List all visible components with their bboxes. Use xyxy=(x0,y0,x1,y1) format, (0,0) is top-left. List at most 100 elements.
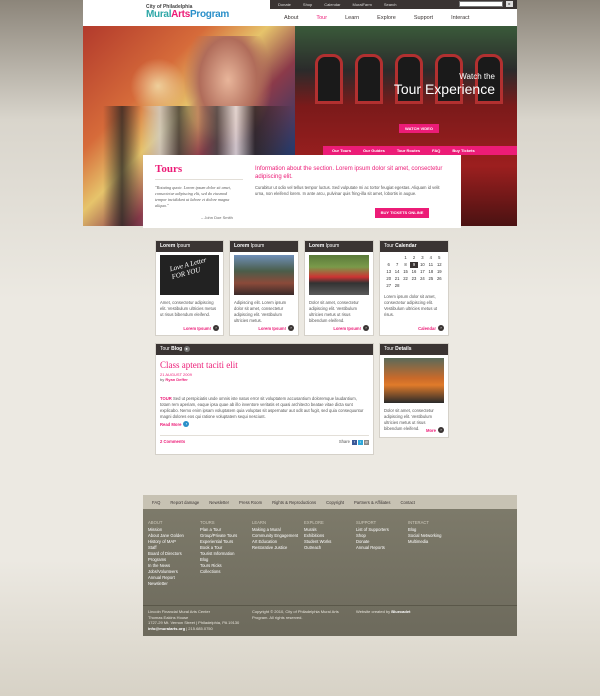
calendar-day[interactable]: 12 xyxy=(436,262,443,268)
facebook-icon[interactable]: f xyxy=(352,440,357,445)
card-link[interactable]: Lorem Ipsum! › xyxy=(183,325,219,331)
promo-card: Lorem Ipsum Love A Letter FOR YOU Amet, … xyxy=(155,240,224,336)
search-label: Search xyxy=(383,2,397,7)
calendar-day[interactable]: 1 xyxy=(402,255,409,261)
utility-calendar[interactable]: Calendar xyxy=(324,2,340,7)
footer-link-newsletter[interactable]: Newsletter xyxy=(204,500,234,505)
calendar-day[interactable]: 27 xyxy=(385,283,392,289)
footer-column-about: About Mission About Jane Golden History … xyxy=(148,520,184,587)
watch-video-button[interactable]: WATCH VIDEO xyxy=(399,124,439,133)
nav-explore[interactable]: Explore xyxy=(368,13,405,23)
calendar-day[interactable]: 14 xyxy=(393,269,400,275)
subnav-faq[interactable]: FAQ xyxy=(426,148,446,153)
subnav-our-tours[interactable]: Our Tours xyxy=(326,148,357,153)
blog-header-pre: Tour xyxy=(160,346,170,352)
calendar-day[interactable]: 26 xyxy=(436,276,443,282)
footer-link-report-damage[interactable]: Report damage xyxy=(165,500,204,505)
nav-learn[interactable]: Learn xyxy=(336,13,368,23)
calendar-day[interactable]: 22 xyxy=(402,276,409,282)
nav-tour[interactable]: Tour xyxy=(307,13,336,23)
calendar-day[interactable]: 13 xyxy=(385,269,392,275)
arrow-right-icon: › xyxy=(438,325,444,331)
calendar-day[interactable]: 4 xyxy=(427,255,434,261)
details-link[interactable]: More › xyxy=(426,427,444,433)
buy-tickets-button[interactable]: BUY TICKETS ONLINE xyxy=(375,208,429,218)
card-text: Dolor sit amet, consectetur adipiscing e… xyxy=(309,300,359,323)
intro-panel: Tours "Rotating quote. Lorem ipsum dolor… xyxy=(143,155,461,228)
search-input[interactable] xyxy=(459,1,503,7)
nav-support[interactable]: Support xyxy=(405,13,442,23)
calendar-day[interactable]: 17 xyxy=(419,269,426,275)
calendar-day[interactable]: 21 xyxy=(393,276,400,282)
calendar-day[interactable]: 5 xyxy=(436,255,443,261)
calendar-day[interactable]: 6 xyxy=(385,262,392,268)
subnav-our-guides[interactable]: Our Guides xyxy=(357,148,391,153)
rss-icon[interactable]: ● xyxy=(183,346,190,352)
calendar-day[interactable]: 7 xyxy=(393,262,400,268)
details-header: Tour Details xyxy=(380,344,448,355)
logo[interactable]: MuralArtsProgram xyxy=(146,9,229,20)
footer-item[interactable]: Outreach xyxy=(304,545,331,551)
calendar-day[interactable]: 2 xyxy=(410,255,417,261)
search-go-icon[interactable]: ▸ xyxy=(506,1,513,7)
read-more-link[interactable]: Read More › xyxy=(160,421,190,427)
card-image[interactable] xyxy=(309,255,369,295)
arrow-right-icon: › xyxy=(363,325,369,331)
calendar-day[interactable]: 25 xyxy=(427,276,434,282)
calendar-day[interactable]: 20 xyxy=(385,276,392,282)
tour-details: Tour Details Dolor sit amet, consectetur… xyxy=(379,343,449,438)
utility-donate[interactable]: Donate xyxy=(278,2,291,7)
blog-post-byline: by Ryan Deffer xyxy=(160,377,188,382)
card-link[interactable]: Lorem Ipsum! › xyxy=(333,325,369,331)
footer-link-contact[interactable]: Contact xyxy=(395,500,419,505)
calendar-day[interactable]: 23 xyxy=(410,276,417,282)
card-image[interactable] xyxy=(234,255,294,295)
details-image[interactable] xyxy=(384,358,444,403)
share-group: Share f t @ xyxy=(339,439,369,445)
comments-link[interactable]: 2 Comments xyxy=(160,439,185,445)
utility-muralfarm[interactable]: MuralFarm xyxy=(352,2,371,7)
footer-column-learn: Learn Making a Mural Community Engagemen… xyxy=(252,520,298,551)
footer-item[interactable]: Collections xyxy=(200,569,237,575)
footer-link-rights[interactable]: Rights & Reproductions xyxy=(267,500,321,505)
email-icon[interactable]: @ xyxy=(364,440,369,445)
subnav-tour-routes[interactable]: Tour Routes xyxy=(391,148,426,153)
calendar-day[interactable]: 28 xyxy=(393,283,400,289)
subnav-buy-tickets[interactable]: Buy Tickets xyxy=(446,148,480,153)
footer-link-faq[interactable]: FAQ xyxy=(147,500,165,505)
blog-post-title[interactable]: Class aptent taciti elit xyxy=(160,360,238,370)
calendar-day[interactable]: 9 xyxy=(410,262,418,268)
calendar-day[interactable]: 15 xyxy=(402,269,409,275)
calendar-day[interactable]: 11 xyxy=(427,262,434,268)
main-nav: About Tour Learn Explore Support Interac… xyxy=(275,13,478,23)
nav-interact[interactable]: Interact xyxy=(442,13,478,23)
footer-link-press-room[interactable]: Press Room xyxy=(234,500,267,505)
footer-item[interactable]: Annual Reports xyxy=(356,545,389,551)
footer-copyright: Copyright © 2010, City of Philadelphia M… xyxy=(252,609,339,620)
credit-link[interactable]: Bluecadet xyxy=(391,609,410,614)
calendar-link[interactable]: Calendar › xyxy=(418,325,444,331)
blog-author-link[interactable]: Ryan Deffer xyxy=(165,377,187,382)
calendar-day[interactable]: 8 xyxy=(402,262,409,268)
blog-header-bold: Blog xyxy=(169,346,183,352)
arrow-right-icon: › xyxy=(288,325,294,331)
twitter-icon[interactable]: t xyxy=(358,440,363,445)
footer-link-copyright[interactable]: Copyright xyxy=(321,500,349,505)
footer-link-partners[interactable]: Partners & Affiliates xyxy=(349,500,395,505)
footer-links-bar: FAQ Report damage Newsletter Press Room … xyxy=(143,495,517,509)
footer-item[interactable]: Multimedia xyxy=(408,539,442,545)
calendar-day[interactable]: 24 xyxy=(419,276,426,282)
nav-about[interactable]: About xyxy=(275,13,307,23)
calendar-day[interactable]: 3 xyxy=(419,255,426,261)
card-image-text: Love A Letter FOR YOU xyxy=(168,255,208,282)
calendar-day[interactable]: 18 xyxy=(427,269,434,275)
footer-item[interactable]: Restorative Justice xyxy=(252,545,298,551)
footer-item[interactable]: Newsletter xyxy=(148,581,184,587)
calendar-day[interactable]: 16 xyxy=(410,269,417,275)
email-link[interactable]: info@muralarts.org xyxy=(148,626,185,631)
calendar-day[interactable]: 19 xyxy=(436,269,443,275)
card-image[interactable]: Love A Letter FOR YOU xyxy=(160,255,219,295)
card-link[interactable]: Lorem Ipsum! › xyxy=(258,325,294,331)
utility-shop[interactable]: Shop xyxy=(303,2,312,7)
calendar-day[interactable]: 10 xyxy=(419,262,426,268)
